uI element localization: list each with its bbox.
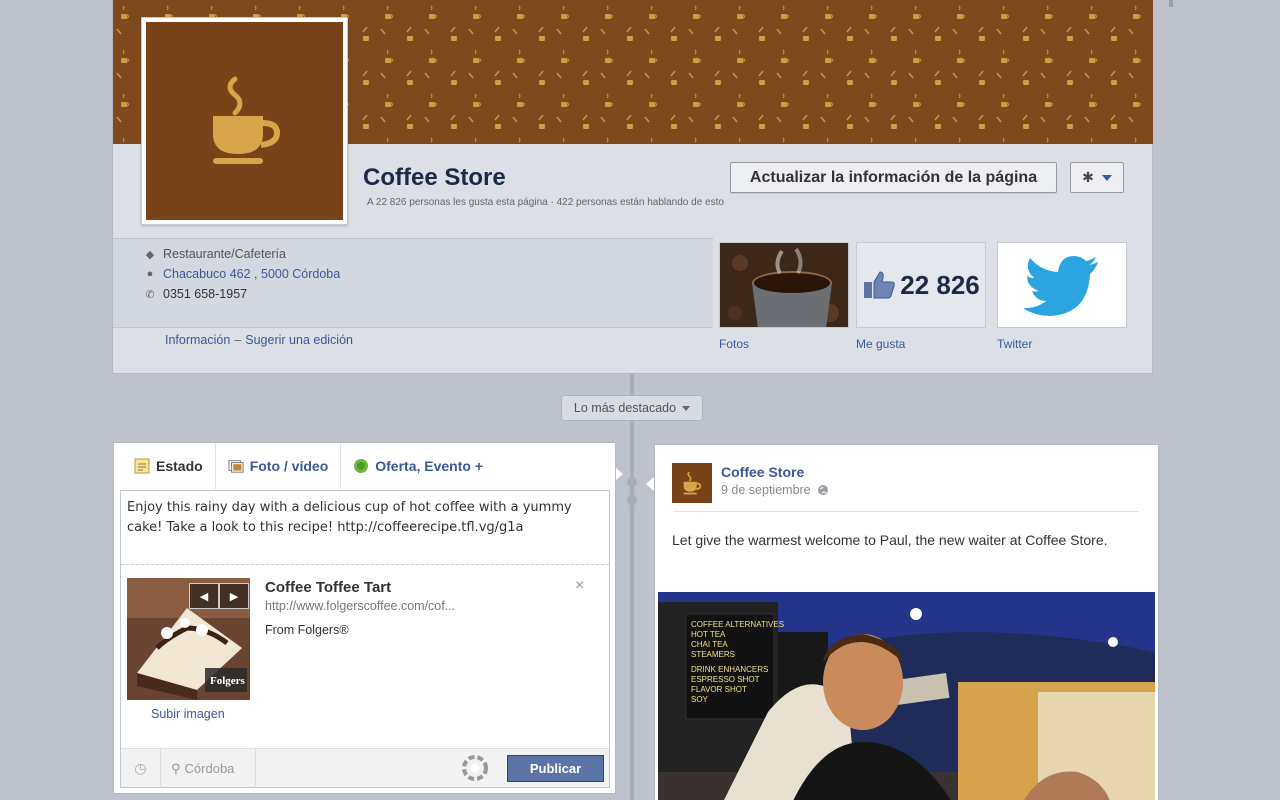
likes-app-tile[interactable]: 22 826	[856, 242, 986, 328]
close-preview-icon[interactable]: ×	[575, 577, 584, 595]
post-divider	[673, 511, 1139, 512]
likes-count: 22 826	[900, 269, 980, 300]
sign-line: HOT TEA	[691, 630, 726, 639]
tab-offer-event-label: Oferta, Evento +	[375, 458, 484, 474]
timeline-dot	[627, 477, 637, 487]
photos-app-tile[interactable]	[719, 242, 849, 328]
gear-icon: ✱	[1082, 169, 1094, 185]
post-composer: Estado Foto / vídeo Oferta, Evento + Enj…	[113, 442, 616, 794]
timeline-spine	[630, 374, 634, 800]
profile-picture[interactable]	[141, 17, 348, 225]
globe-icon	[817, 485, 828, 495]
tag-icon: ◆	[145, 248, 155, 261]
info-link[interactable]: Información	[165, 333, 230, 347]
chevron-down-icon	[682, 405, 691, 411]
highlights-label: Lo más destacado	[573, 401, 677, 415]
coffee-cup-icon	[212, 76, 280, 164]
coffee-cup-icon	[683, 471, 702, 495]
tab-status[interactable]: Estado	[134, 443, 215, 489]
sign-line: FLAVOR SHOT	[691, 685, 747, 694]
sign-line: ESPRESSO SHOT	[691, 675, 760, 684]
previous-image-button[interactable]: ◀	[189, 583, 219, 609]
profile-picture-image	[146, 22, 343, 220]
likes-app-label[interactable]: Me gusta	[856, 337, 905, 351]
waiter-photo: COFFEE ALTERNATIVES HOT TEA CHAI TEA STE…	[658, 592, 1155, 800]
map-pin-icon: ●	[146, 268, 154, 280]
highlights-dropdown[interactable]: Lo más destacado	[561, 395, 703, 421]
update-page-info-button[interactable]: Actualizar la información de la página	[730, 162, 1057, 193]
upload-image-link[interactable]: Subir imagen	[151, 707, 225, 721]
twitter-app-label[interactable]: Twitter	[997, 337, 1032, 351]
photos-thumbnail	[720, 243, 848, 327]
info-links-separator: –	[234, 333, 242, 347]
info-links: Información – Sugerir una edición	[165, 333, 353, 347]
preview-divider	[121, 564, 609, 565]
tab-status-label: Estado	[156, 458, 203, 474]
timeline-post: Coffee Store 9 de septiembre Let give th…	[654, 444, 1159, 800]
location-button[interactable]: ⚲ Córdoba	[161, 749, 256, 788]
composer-body: Enjoy this rainy day with a delicious cu…	[120, 490, 610, 788]
link-preview-description[interactable]: From Folgers®	[265, 623, 349, 637]
suggest-edit-link[interactable]: Sugerir una edición	[245, 333, 353, 347]
composer-footer: ◷ ⚲ Córdoba Publicar	[121, 748, 609, 788]
info-category: Restaurante/Cafetería	[163, 247, 286, 261]
sign-line: STEAMERS	[691, 650, 735, 659]
preview-brand-text: Folgers	[210, 675, 246, 687]
composer-tabs: Estado Foto / vídeo Oferta, Evento +	[114, 443, 615, 489]
tab-offer-event[interactable]: Oferta, Evento +	[340, 443, 495, 489]
page-settings-button[interactable]: ✱	[1070, 162, 1124, 193]
publish-button[interactable]: Publicar	[507, 755, 604, 782]
composer-pointer	[615, 467, 623, 481]
info-phone-row: ✆ 0351 658-1957	[145, 287, 247, 301]
post-pointer	[646, 477, 654, 491]
phone-icon: ✆	[145, 288, 155, 301]
info-address-row: ● Chacabuco 462 , 5000 Córdoba	[145, 267, 341, 281]
page-stats: A 22 826 personas les gusta esta página …	[367, 197, 724, 208]
tab-photo-video[interactable]: Foto / vídeo	[214, 443, 341, 489]
status-textarea[interactable]: Enjoy this rainy day with a delicious cu…	[127, 498, 607, 538]
post-text: Let give the warmest welcome to Paul, th…	[672, 532, 1108, 548]
post-author-link[interactable]: Coffee Store	[721, 464, 804, 480]
page-header-card: Coffee Store A 22 826 personas les gusta…	[112, 0, 1153, 374]
post-photo[interactable]: COFFEE ALTERNATIVES HOT TEA CHAI TEA STE…	[658, 592, 1155, 800]
twitter-bird-icon	[1024, 256, 1098, 316]
link-preview-url: http://www.folgerscoffee.com/cof...	[265, 599, 456, 613]
tab-photo-video-label: Foto / vídeo	[249, 458, 329, 474]
sign-line: CHAI TEA	[691, 640, 728, 649]
info-category-row: ◆ Restaurante/Cafetería	[145, 247, 286, 261]
sign-line: DRINK ENHANCERS	[691, 665, 768, 674]
offer-badge-icon	[354, 459, 369, 473]
preview-image-nav: ◀ ▶	[189, 583, 249, 609]
location-label: Córdoba	[184, 761, 235, 776]
status-note-icon	[134, 458, 150, 474]
about-box: ◆ Restaurante/Cafetería ● Chacabuco 462 …	[113, 238, 713, 328]
scrollbar-thumb[interactable]	[1169, 0, 1173, 7]
twitter-app-tile[interactable]	[997, 242, 1127, 328]
page-title: Coffee Store	[363, 164, 506, 191]
link-preview-title[interactable]: Coffee Toffee Tart	[265, 579, 391, 596]
timeline-dot	[627, 495, 637, 505]
thumbs-up-icon	[864, 271, 895, 299]
next-image-button[interactable]: ▶	[219, 583, 249, 609]
photo-icon	[228, 460, 244, 473]
schedule-clock-icon[interactable]: ◷	[121, 749, 161, 788]
post-author-avatar[interactable]	[672, 463, 712, 503]
map-pin-icon: ⚲	[171, 760, 181, 776]
link-preview-image: Folgers ◀ ▶	[127, 578, 250, 700]
post-date[interactable]: 9 de septiembre	[721, 483, 811, 497]
chevron-down-icon	[1101, 174, 1112, 181]
info-phone: 0351 658-1957	[163, 287, 248, 301]
post-date-row: 9 de septiembre	[721, 483, 829, 497]
loading-spinner-icon	[462, 755, 488, 781]
info-address-link[interactable]: Chacabuco 462 , 5000 Córdoba	[163, 267, 340, 281]
sign-line: SOY	[691, 695, 709, 704]
photos-app-label[interactable]: Fotos	[719, 337, 749, 351]
sign-line: COFFEE ALTERNATIVES	[691, 620, 784, 629]
